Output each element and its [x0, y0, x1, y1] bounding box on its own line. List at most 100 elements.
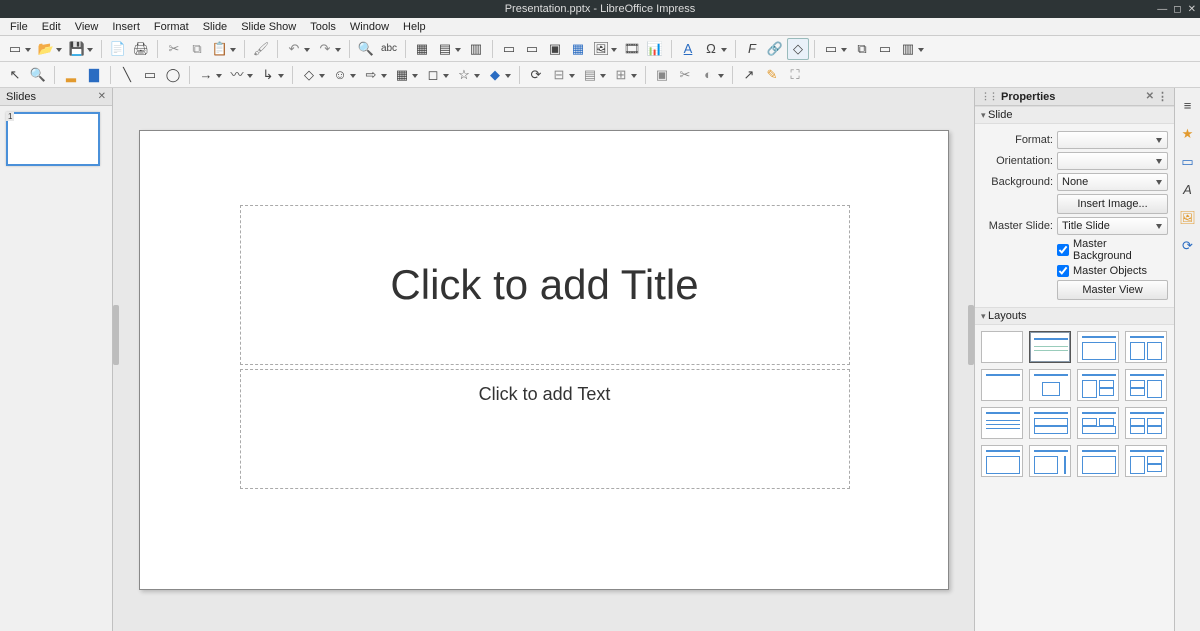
callouts-tool[interactable]: ◻	[422, 64, 444, 86]
menu-view[interactable]: View	[69, 19, 105, 35]
duplicate-slide-button[interactable]: ⧉	[851, 38, 873, 60]
select-tool[interactable]: ↖	[4, 64, 26, 86]
layout-v-3[interactable]	[1077, 445, 1119, 477]
redo-button[interactable]: ↷	[314, 38, 336, 60]
master-background-check[interactable]: Master Background	[1057, 238, 1168, 262]
insert-av-button[interactable]: 🎞	[621, 38, 643, 60]
start-first-button[interactable]: ▭	[521, 38, 543, 60]
layout-split-h[interactable]	[1029, 407, 1071, 439]
rotate-tool[interactable]: ⟳	[525, 64, 547, 86]
master-objects-check[interactable]: Master Objects	[1057, 265, 1168, 277]
properties-menu-icon[interactable]: ⋮	[1157, 90, 1168, 103]
slide-thumbnail-1[interactable]: 1	[6, 112, 100, 166]
window-minimize-icon[interactable]: —	[1157, 4, 1167, 15]
delete-slide-button[interactable]: ▭	[874, 38, 896, 60]
curves-polygons-tool[interactable]: 〰	[226, 64, 248, 86]
save-button[interactable]: 💾	[66, 38, 88, 60]
layout-v-4[interactable]	[1125, 445, 1167, 477]
layout-3row[interactable]	[1125, 369, 1167, 401]
filter-button[interactable]: ◐	[697, 64, 719, 86]
master-slide-button[interactable]: ▭	[498, 38, 520, 60]
open-button[interactable]: 📂	[35, 38, 57, 60]
shadow-button[interactable]: ▣	[651, 64, 673, 86]
export-pdf-button[interactable]: 📄	[107, 38, 129, 60]
connectors-tool[interactable]: ↳	[257, 64, 279, 86]
slide-canvas[interactable]: Click to add Title Click to add Text	[139, 130, 949, 590]
arrange-button[interactable]: ▤	[579, 64, 601, 86]
align-objects-button[interactable]: ⊟	[548, 64, 570, 86]
gluepoints-button[interactable]: ✎	[761, 64, 783, 86]
snap-guides-button[interactable]: ▤	[434, 38, 456, 60]
rectangle-tool[interactable]: ▭	[139, 64, 161, 86]
layout-v-2[interactable]	[1029, 445, 1071, 477]
stars-banners-tool[interactable]: ☆	[453, 64, 475, 86]
new-document-button[interactable]: ▭	[4, 38, 26, 60]
start-current-button[interactable]: ▣	[544, 38, 566, 60]
3d-objects-tool[interactable]: ◆	[484, 64, 506, 86]
insert-special-char-button[interactable]: Ω	[700, 38, 722, 60]
layout-3col[interactable]	[1077, 369, 1119, 401]
sidebar-tab-gallery[interactable]: 🖼	[1179, 208, 1197, 226]
insert-image-button[interactable]: 🖼	[590, 38, 612, 60]
slide-panel-close-icon[interactable]: ✕	[98, 91, 106, 102]
master-view-btn[interactable]: Master View	[1057, 280, 1168, 300]
sidebar-tab-properties[interactable]: ≡	[1179, 96, 1197, 114]
layouts-section-header[interactable]: Layouts	[975, 307, 1174, 325]
insert-hyperlink-button[interactable]: 🔗	[764, 38, 786, 60]
line-tool[interactable]: ╲	[116, 64, 138, 86]
layout-list[interactable]	[981, 407, 1023, 439]
insert-textbox-button[interactable]: A	[677, 38, 699, 60]
find-replace-button[interactable]: 🔍	[355, 38, 377, 60]
menu-tools[interactable]: Tools	[304, 19, 342, 35]
layout-v-title[interactable]	[981, 445, 1023, 477]
menu-file[interactable]: File	[4, 19, 34, 35]
sidebar-tab-animation[interactable]: ▭	[1179, 152, 1197, 170]
sidebar-tab-master-slides[interactable]: A	[1179, 180, 1197, 198]
new-slide-button[interactable]: ▭	[820, 38, 842, 60]
slide-section-header[interactable]: Slide	[975, 106, 1174, 124]
format-combo[interactable]	[1057, 131, 1168, 149]
menu-insert[interactable]: Insert	[106, 19, 146, 35]
cut-button[interactable]: ✂	[163, 38, 185, 60]
layout-title-only[interactable]	[981, 369, 1023, 401]
layout-4content[interactable]	[1077, 407, 1119, 439]
left-scroll-grip[interactable]	[113, 305, 119, 365]
layout-title-content[interactable]	[1029, 331, 1071, 363]
paste-button[interactable]: 📋	[209, 38, 231, 60]
insert-fontwork-button[interactable]: F	[741, 38, 763, 60]
lines-arrows-tool[interactable]: →	[195, 64, 217, 86]
zoom-pan-tool[interactable]: 🔍	[27, 64, 49, 86]
print-button[interactable]: 🖨	[130, 38, 152, 60]
menu-window[interactable]: Window	[344, 19, 395, 35]
show-draw-functions-button[interactable]: ◇	[787, 38, 809, 60]
menu-edit[interactable]: Edit	[36, 19, 67, 35]
orientation-combo[interactable]	[1057, 152, 1168, 170]
flowchart-tool[interactable]: ▦	[391, 64, 413, 86]
symbol-shapes-tool[interactable]: ☺	[329, 64, 351, 86]
clone-format-button[interactable]: 🖌	[250, 38, 272, 60]
undo-button[interactable]: ↶	[283, 38, 305, 60]
master-slide-combo[interactable]: Title Slide	[1057, 217, 1168, 235]
display-grid-button[interactable]: ▦	[411, 38, 433, 60]
menu-format[interactable]: Format	[148, 19, 195, 35]
fill-color-button[interactable]: ▇	[83, 64, 105, 86]
copy-button[interactable]: ⧉	[186, 38, 208, 60]
distribute-button[interactable]: ⊞	[610, 64, 632, 86]
layout-blank[interactable]	[981, 331, 1023, 363]
text-placeholder[interactable]: Click to add Text	[240, 369, 850, 489]
block-arrows-tool[interactable]: ⇨	[360, 64, 382, 86]
panel-grip-icon[interactable]: ⋮⋮	[981, 91, 997, 102]
menu-slideshow[interactable]: Slide Show	[235, 19, 302, 35]
properties-close-icon[interactable]: ✕	[1146, 91, 1154, 102]
points-edit-button[interactable]: ↗	[738, 64, 760, 86]
insert-table-button[interactable]: ▦	[567, 38, 589, 60]
layout-title-2content[interactable]	[1077, 331, 1119, 363]
sidebar-tab-slide-transition[interactable]: ★	[1179, 124, 1197, 142]
insert-image-btn[interactable]: Insert Image...	[1057, 194, 1168, 214]
slide-layout-button[interactable]: ▥	[897, 38, 919, 60]
ellipse-tool[interactable]: ◯	[162, 64, 184, 86]
display-views-button[interactable]: ▥	[465, 38, 487, 60]
basic-shapes-tool[interactable]: ◇	[298, 64, 320, 86]
spellcheck-button[interactable]: abc	[378, 38, 400, 60]
line-color-button[interactable]: ▂	[60, 64, 82, 86]
